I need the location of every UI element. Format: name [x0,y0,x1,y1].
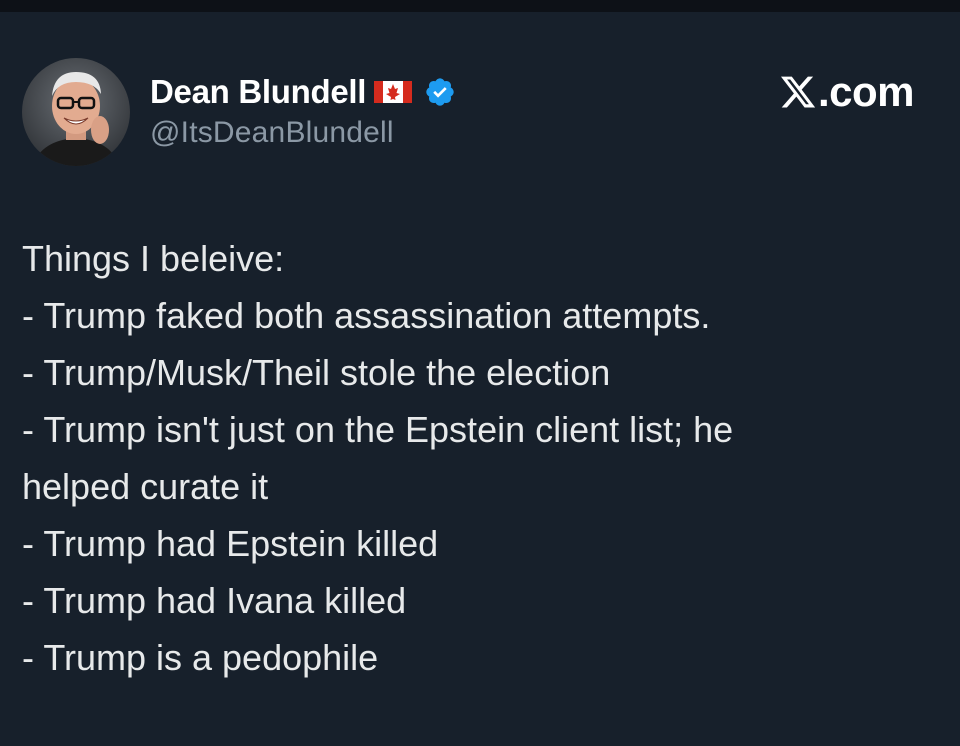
author-name-row: Dean Blundell [150,72,456,112]
tweet-line: Things I beleive: [22,238,285,279]
display-name[interactable]: Dean Blundell [150,73,366,111]
brand-watermark: .com [778,68,915,115]
tweet-line: - Trump faked both assassination attempt… [22,295,711,336]
tweet-line: - Trump/Musk/Theil stole the election [22,352,611,393]
tweet-line: - Trump is a pedophile [22,637,379,678]
tweet-text: Things I beleive: - Trump faked both ass… [22,230,932,686]
brand-label: .com [817,68,915,115]
tweet-line: - Trump had Ivana killed [22,580,407,621]
canada-flag-icon [374,81,413,103]
author-handle[interactable]: @ItsDeanBlundell [150,116,394,150]
top-strip [0,0,960,12]
tweet-line: - Trump had Epstein killed [22,523,439,564]
x-logo-icon [778,73,818,111]
verified-badge-icon [424,76,456,108]
avatar[interactable] [22,58,130,166]
tweet-line: helped curate it [22,466,269,507]
tweet-line: - Trump isn't just on the Epstein client… [22,409,734,450]
